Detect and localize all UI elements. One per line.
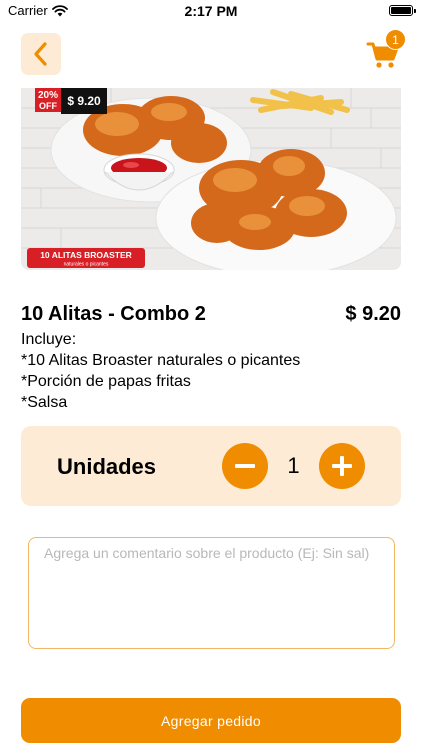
description-line: *Salsa <box>21 394 68 411</box>
quantity-value: 1 <box>287 453 300 478</box>
badge-discount-line1: 20% <box>38 90 58 101</box>
badge-discount-line2: OFF <box>39 101 57 111</box>
units-panel: Unidades 1 <box>21 426 401 506</box>
banner-title: 10 ALITAS BROASTER <box>40 250 132 260</box>
banner-subtitle: naturales o picantes <box>64 262 109 268</box>
description-line: *Porción de papas fritas <box>21 373 191 390</box>
decrease-quantity-button[interactable] <box>222 443 268 489</box>
add-order-button[interactable]: Agregar pedido <box>21 698 401 743</box>
product-title: 10 Alitas - Combo 2 <box>21 303 206 325</box>
status-bar: Carrier 2:17 PM <box>0 0 422 22</box>
units-label: Unidades <box>57 454 157 479</box>
status-time: 2:17 PM <box>184 3 238 19</box>
description-line: Incluye: <box>21 331 77 348</box>
product-description: Incluye: *10 Alitas Broaster naturales o… <box>21 329 300 413</box>
comment-input[interactable] <box>28 537 395 649</box>
minus-icon <box>235 464 255 468</box>
cart-count-badge: 1 <box>385 29 406 50</box>
badge-price: $ 9.20 <box>67 94 101 108</box>
product-image: 20% OFF $ 9.20 10 ALITAS BROASTER natura… <box>21 88 401 270</box>
increase-quantity-button[interactable] <box>319 443 365 489</box>
description-line: *10 Alitas Broaster naturales o picantes <box>21 352 301 369</box>
back-button[interactable] <box>21 33 61 75</box>
chevron-left-icon <box>34 42 47 66</box>
battery-icon <box>389 5 416 16</box>
product-price: $ 9.20 <box>345 303 401 325</box>
product-photo: 20% OFF $ 9.20 10 ALITAS BROASTER natura… <box>21 88 401 270</box>
